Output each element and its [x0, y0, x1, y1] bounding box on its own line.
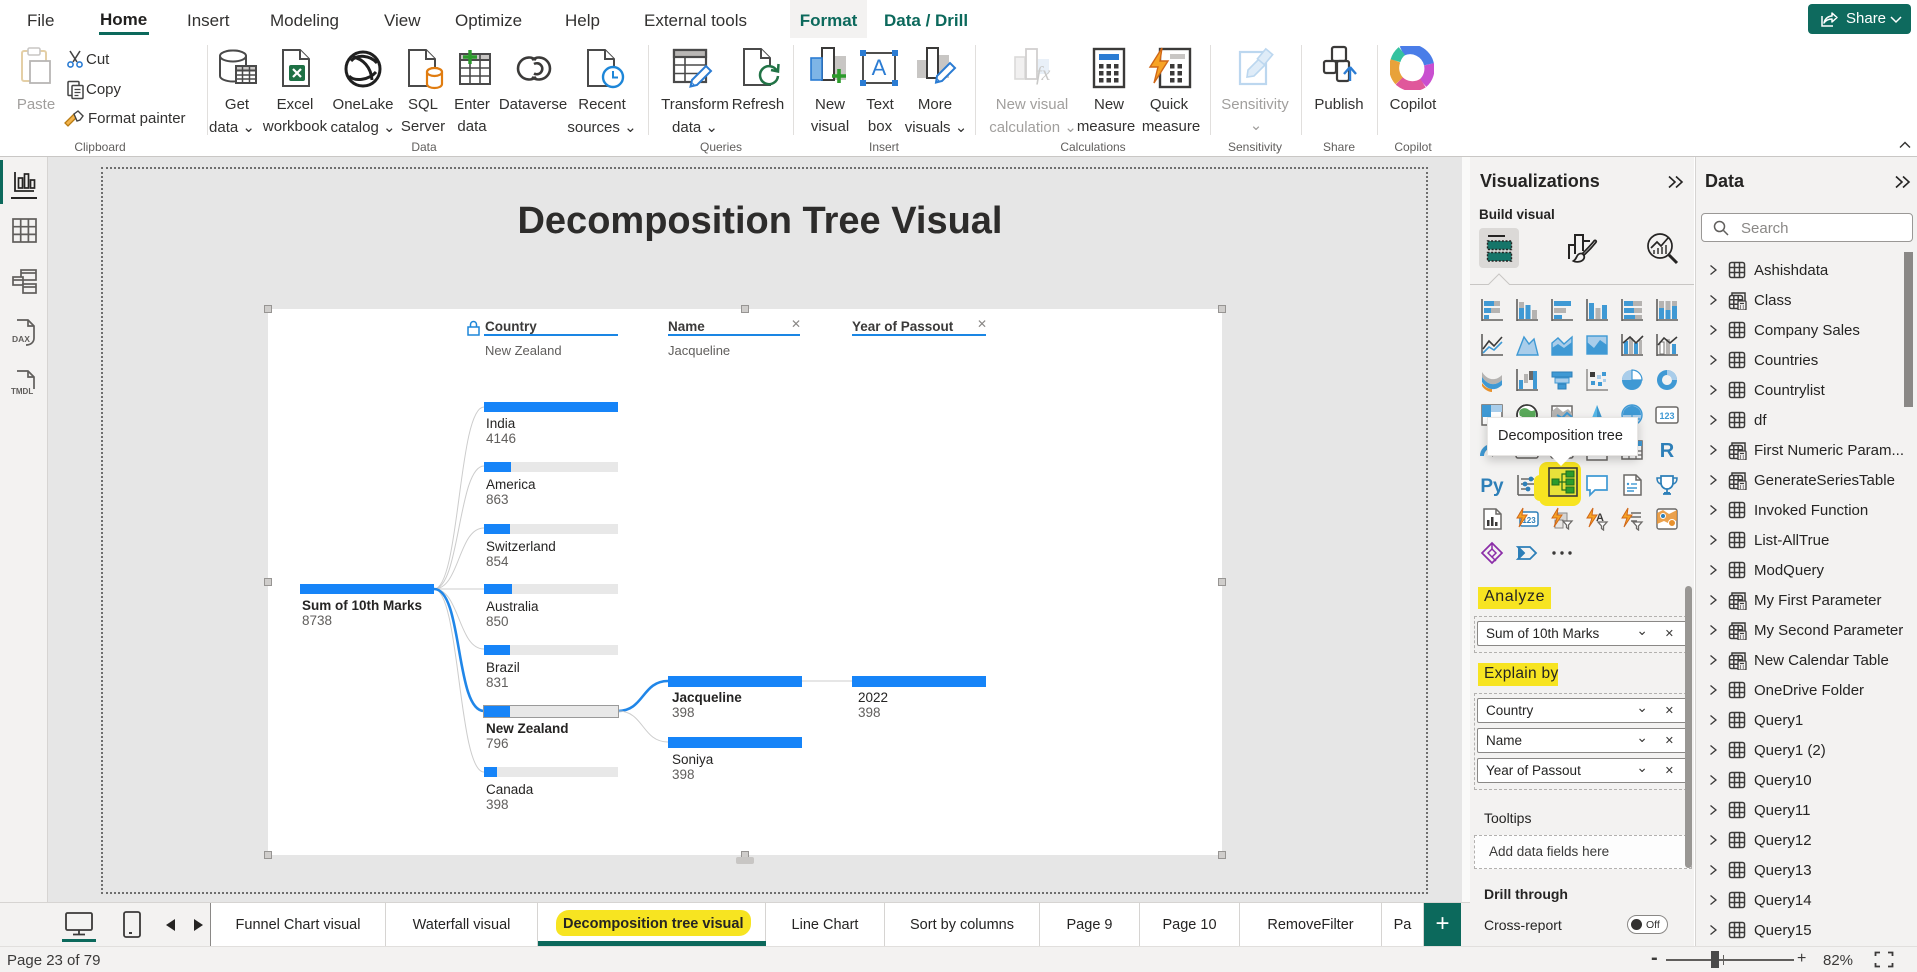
svg-text:R: R	[1660, 440, 1675, 462]
svg-text:Py: Py	[1480, 476, 1504, 497]
svg-text:123: 123	[1659, 411, 1674, 421]
svg-text:A: A	[872, 55, 887, 80]
svg-text:fx: fx	[1036, 63, 1051, 85]
svg-text:DAX: DAX	[12, 334, 30, 344]
svg-text:TMDL: TMDL	[11, 387, 33, 396]
